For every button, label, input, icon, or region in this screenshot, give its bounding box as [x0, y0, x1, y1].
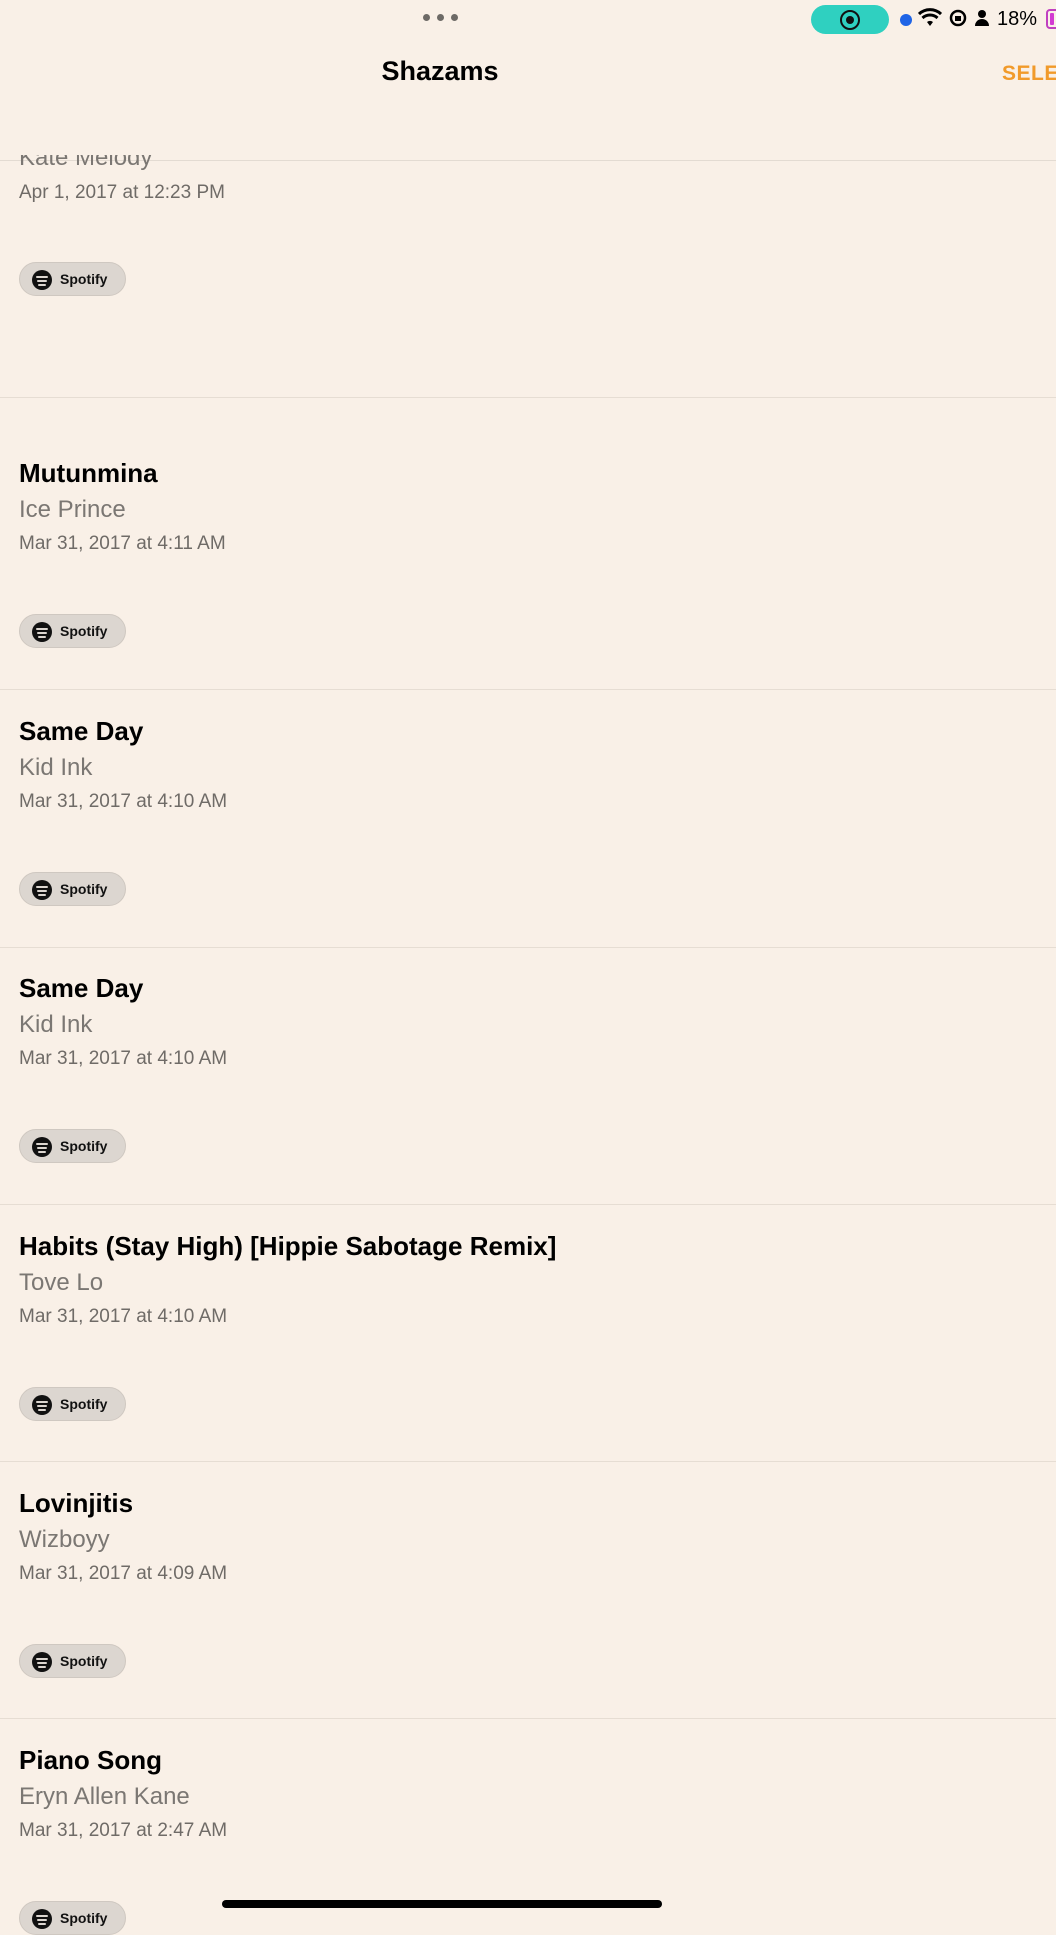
wifi-icon	[918, 8, 942, 26]
spotify-button[interactable]: Spotify	[19, 1129, 126, 1163]
screen-lock-icon	[949, 9, 967, 27]
list-item-title: Piano Song	[19, 1745, 162, 1775]
spotify-icon	[32, 880, 52, 900]
nav-divider	[0, 160, 1056, 161]
list-item-artist: Kid Ink	[19, 1011, 93, 1038]
spotify-button[interactable]: Spotify	[19, 262, 126, 296]
location-dot-icon	[900, 14, 912, 26]
list-item-artist: Kate Melody	[19, 144, 153, 171]
spotify-icon	[32, 270, 52, 290]
divider	[0, 397, 1056, 398]
spotify-button[interactable]: Spotify	[19, 872, 126, 906]
divider	[0, 689, 1056, 690]
multitasking-dots-icon[interactable]	[423, 14, 458, 21]
spotify-icon	[32, 1909, 52, 1929]
select-button[interactable]: SELE	[1002, 62, 1056, 86]
list-item-artist: Eryn Allen Kane	[19, 1783, 190, 1810]
screen-record-indicator[interactable]	[811, 5, 889, 34]
spotify-button[interactable]: Spotify	[19, 1387, 126, 1421]
list-item-title: Habits (Stay High) [Hippie Sabotage Remi…	[19, 1231, 557, 1261]
list-item-artist: Wizboyy	[19, 1526, 110, 1553]
list-item-date: Mar 31, 2017 at 4:10 AM	[19, 1048, 228, 1069]
list-item-artist: Kid Ink	[19, 754, 93, 781]
divider	[0, 1461, 1056, 1462]
list-item-date: Mar 31, 2017 at 4:11 AM	[19, 533, 226, 554]
list-item-title: Mutunmina	[19, 458, 158, 488]
divider	[0, 1718, 1056, 1719]
spotify-icon	[32, 622, 52, 642]
spotify-label: Spotify	[60, 1653, 108, 1669]
list-item-date: Mar 31, 2017 at 4:10 AM	[19, 791, 228, 812]
page-title: Shazams	[381, 56, 499, 86]
battery-icon	[1046, 9, 1056, 29]
spotify-label: Spotify	[60, 1396, 108, 1412]
spotify-icon	[32, 1652, 52, 1672]
spotify-label: Spotify	[60, 271, 108, 287]
list-item-title: Same Day	[19, 973, 144, 1003]
spotify-button[interactable]: Spotify	[19, 614, 126, 648]
spotify-label: Spotify	[60, 1138, 108, 1154]
spotify-label: Spotify	[60, 881, 108, 897]
list-item-date: Mar 31, 2017 at 2:47 AM	[19, 1820, 228, 1841]
spotify-icon	[32, 1395, 52, 1415]
battery-percentage: 18%	[997, 8, 1038, 30]
list-item-title: Lovinjitis	[19, 1488, 134, 1518]
list-item-title: Same Day	[19, 716, 144, 746]
spotify-button[interactable]: Spotify	[19, 1901, 126, 1935]
status-bar: 18%	[0, 0, 1056, 40]
list-item-date: Mar 31, 2017 at 4:09 AM	[19, 1563, 228, 1584]
divider	[0, 947, 1056, 948]
list-item-date: Apr 1, 2017 at 12:23 PM	[19, 182, 225, 203]
list-item-date: Mar 31, 2017 at 4:10 AM	[19, 1306, 228, 1327]
list-item-artist: Tove Lo	[19, 1269, 104, 1296]
divider	[0, 1204, 1056, 1205]
spotify-label: Spotify	[60, 623, 108, 639]
person-icon	[975, 10, 989, 26]
spotify-label: Spotify	[60, 1910, 108, 1926]
home-indicator[interactable]	[222, 1900, 662, 1908]
list-item-artist: Ice Prince	[19, 496, 126, 523]
spotify-icon	[32, 1137, 52, 1157]
record-icon	[840, 10, 860, 30]
spotify-button[interactable]: Spotify	[19, 1644, 126, 1678]
